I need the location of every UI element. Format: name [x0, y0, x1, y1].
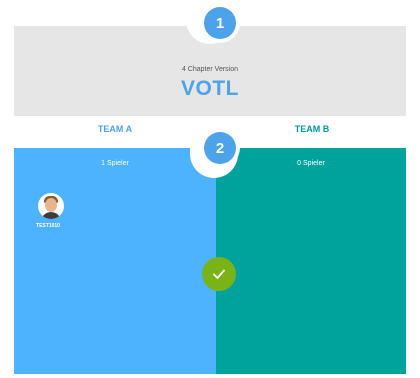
team-b-player-count: 0 Spieler — [297, 160, 325, 167]
player-avatar-icon — [38, 193, 64, 219]
team-a-panel[interactable]: 1 Spieler TEST1010 — [14, 148, 216, 374]
team-a-title: TEAM A — [97, 124, 133, 134]
version-panel[interactable]: 4 Chapter Version VOTL — [14, 10, 406, 116]
team-b-title: TEAM B — [294, 124, 330, 134]
player-card[interactable]: TEST1010 — [36, 193, 66, 229]
team-a-player-count: 1 Spieler — [101, 160, 129, 167]
version-title: VOTL — [181, 77, 239, 100]
step-2-badge: 2 — [204, 132, 236, 164]
version-subtitle: 4 Chapter Version — [181, 66, 239, 73]
player-name: TEST1010 — [36, 223, 60, 229]
confirm-button[interactable] — [202, 257, 236, 291]
checkmark-icon — [213, 269, 225, 279]
team-b-panel[interactable]: 0 Spieler — [216, 148, 406, 374]
step-1-badge: 1 — [204, 7, 236, 39]
